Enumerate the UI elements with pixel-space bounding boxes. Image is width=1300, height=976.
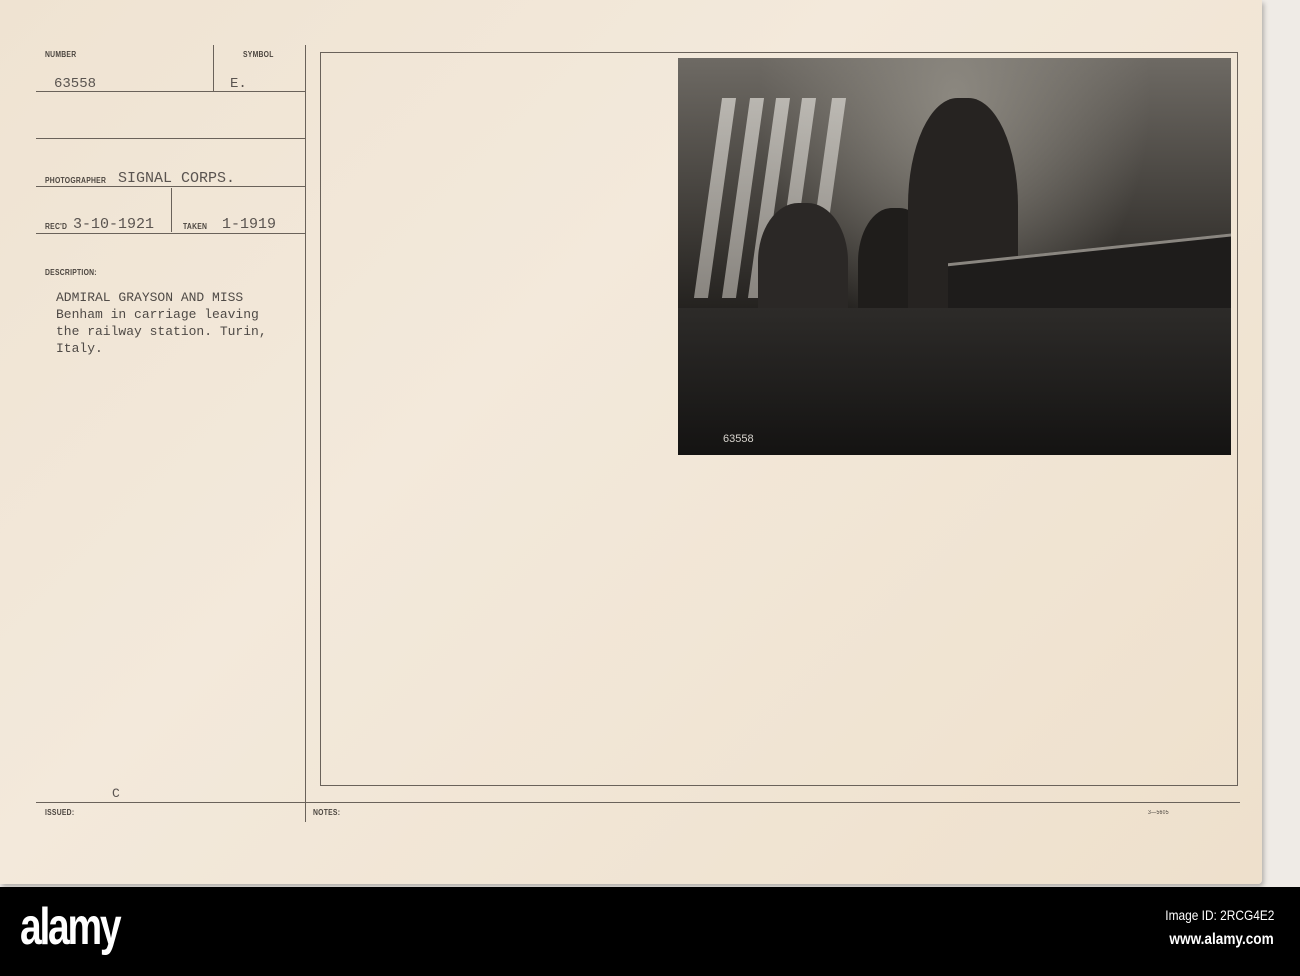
recd-value: 3-10-1921 [73,216,155,233]
number-value: 63558 [54,76,97,92]
divider [36,233,305,234]
symbol-value: E. [230,76,247,92]
alamy-logo: alamy [20,898,122,956]
symbol-label: SYMBOL [243,50,274,59]
site-url[interactable]: www.alamy.com [1170,931,1274,949]
notes-label: NOTES: [313,808,341,817]
form-number: 3—5605 [1148,810,1169,816]
divider [36,802,1240,803]
image-id: Image ID: 2RCG4E2 [1164,907,1274,923]
watermark-footer: alamy Image ID: 2RCG4E2 www.alamy.com [0,887,1300,976]
archival-record-card: NUMBER 63558 SYMBOL E. PHOTOGRAPHER SIGN… [0,0,1262,884]
negative-number: 63558 [723,433,754,445]
photographer-value: SIGNAL CORPS. [118,170,236,187]
taken-value: 1-1919 [222,216,277,233]
issued-label: ISSUED: [45,808,75,817]
taken-label: TAKEN [183,222,208,231]
carriage [678,308,1231,455]
number-label: NUMBER [45,50,77,59]
divider [305,45,306,822]
description-text: ADMIRAL GRAYSON AND MISS Benham in carri… [56,290,267,356]
photographer-label: PHOTOGRAPHER [45,176,107,185]
divider [36,138,305,139]
description-label: DESCRIPTION: [45,268,97,277]
recd-label: REC'D [45,222,68,231]
issued-value: C [112,786,120,801]
divider [171,188,172,232]
photograph: 63558 [678,58,1231,455]
divider [213,45,214,91]
